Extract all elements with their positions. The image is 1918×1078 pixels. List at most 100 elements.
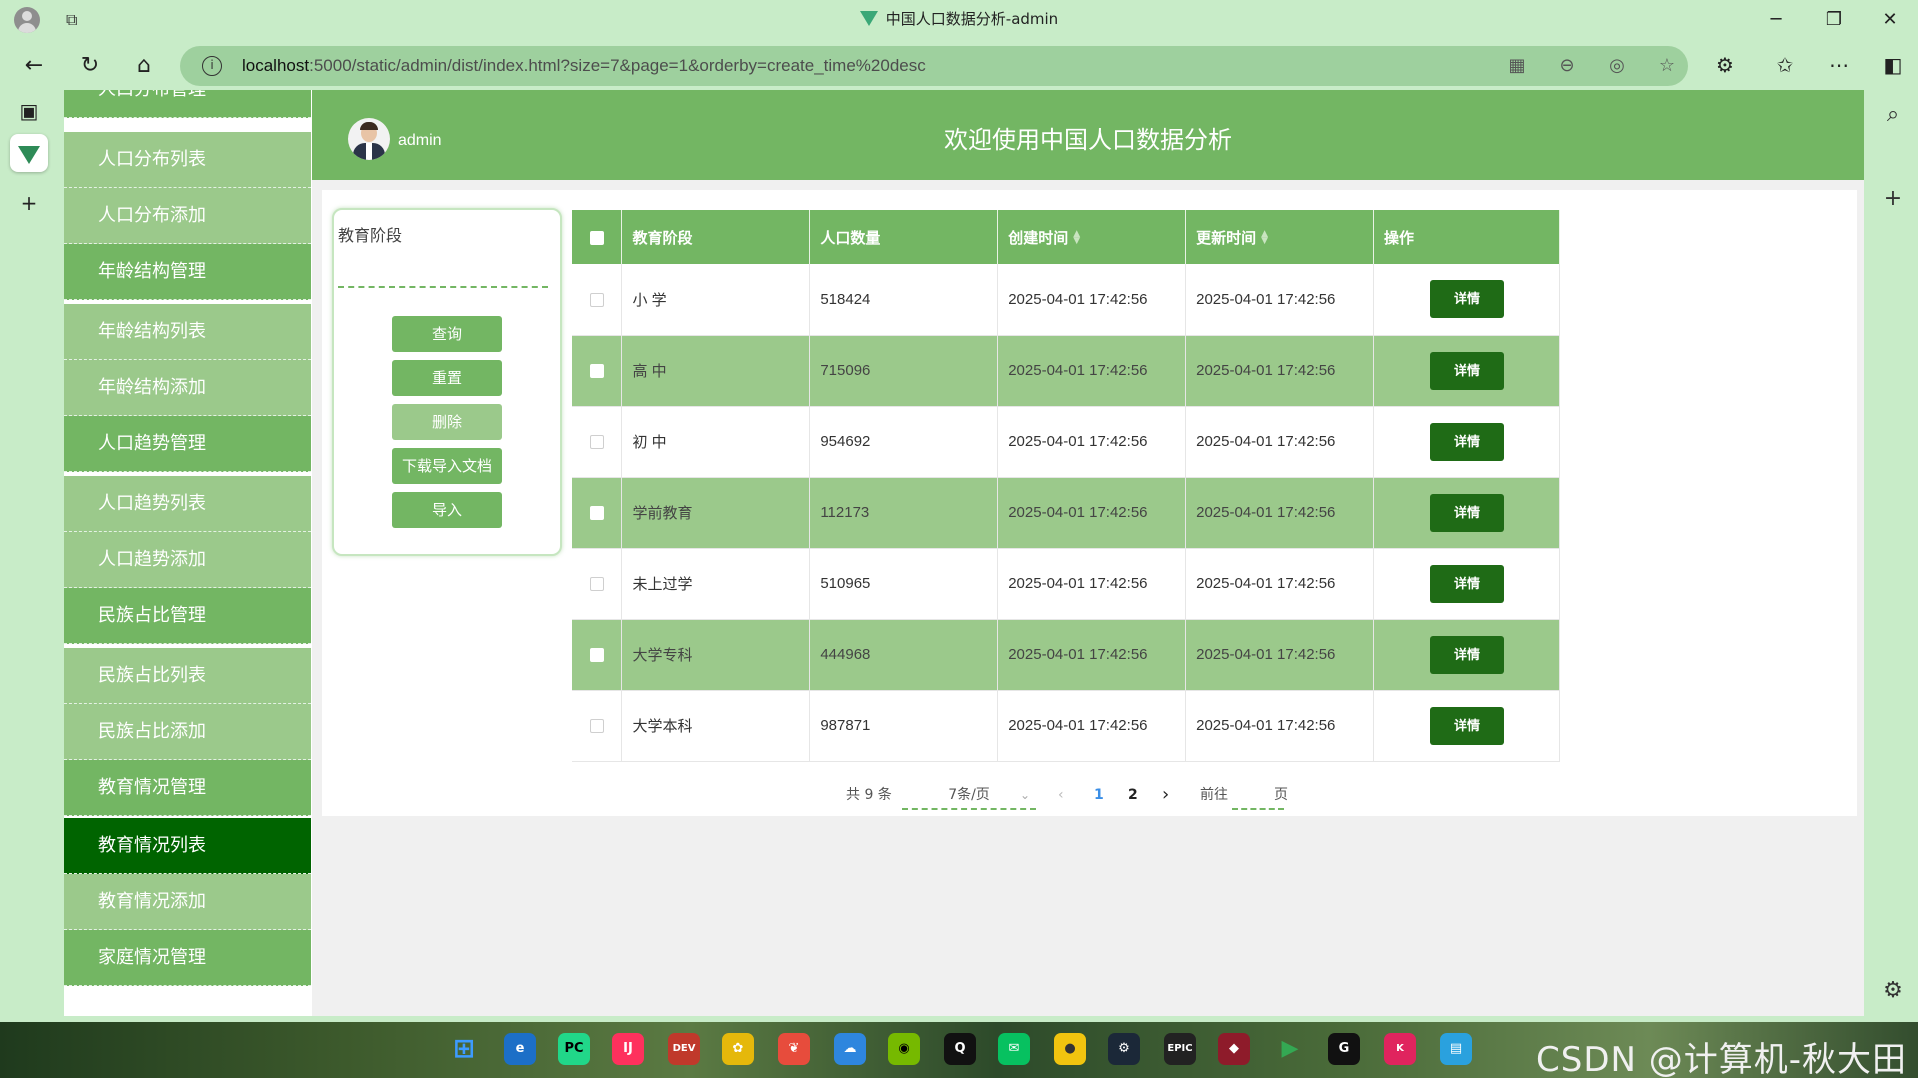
detail-button[interactable]: 详情 [1430, 280, 1504, 319]
zoom-out-icon[interactable]: ⊖ [1556, 55, 1578, 77]
baidu-netdisk-icon[interactable]: ☁ [834, 1033, 866, 1065]
menu-ethnic-ratio-manage[interactable]: 民族占比管理 [64, 588, 311, 644]
address-bar[interactable]: i localhost:5000/static/admin/dist/index… [180, 46, 1688, 86]
reset-button[interactable]: 重置 [392, 360, 502, 396]
kuaishou-icon[interactable]: K [1384, 1033, 1416, 1065]
next-page-icon[interactable]: › [1162, 780, 1169, 810]
menu-population-trend-add[interactable]: 人口趋势添加 [64, 532, 311, 588]
qq-icon[interactable]: Q [944, 1033, 976, 1065]
detail-button[interactable]: 详情 [1430, 635, 1504, 674]
cell-count: 510965 [809, 548, 999, 620]
column-header-updated[interactable]: 更新时间 ▲ ▼ [1185, 210, 1374, 264]
reading-view-icon[interactable]: ▦ [1506, 55, 1528, 77]
education-stage-input[interactable] [338, 256, 548, 288]
game-app-icon[interactable]: ◆ [1218, 1033, 1250, 1065]
red-app-icon[interactable]: ❦ [778, 1033, 810, 1065]
os-taskbar: ⊞ e PC IJ DEV ✿ ❦ ☁ ◉ Q ✉ ● ⚙ EPIC ◆ ▶ G… [0, 1022, 1918, 1078]
search-card: 教育阶段 查询 重置 删除 下载导入文档 导入 [332, 208, 562, 556]
favorites-icon[interactable]: ✩ [1770, 50, 1800, 80]
search-icon[interactable]: ⌕ [1878, 100, 1908, 130]
browser-right-sidebar: ⌕ + ⚙ [1868, 92, 1918, 1022]
home-icon[interactable]: ⌂ [128, 50, 160, 82]
more-options-icon[interactable]: ⋯ [1824, 50, 1854, 80]
favorite-star-icon[interactable]: ☆ [1656, 55, 1678, 77]
menu-age-structure-add[interactable]: 年龄结构添加 [64, 360, 311, 416]
windows-start-icon[interactable]: ⊞ [448, 1033, 480, 1065]
menu-ethnic-ratio-list[interactable]: 民族占比列表 [64, 648, 311, 704]
cell-updated: 2025-04-01 17:42:56 [1185, 406, 1374, 478]
query-button[interactable]: 查询 [392, 316, 502, 352]
steam-icon[interactable]: ⚙ [1108, 1033, 1140, 1065]
row-checkbox[interactable] [589, 292, 604, 307]
close-window-icon[interactable]: ✕ [1876, 6, 1904, 34]
detail-button[interactable]: 详情 [1430, 493, 1504, 532]
back-icon[interactable]: ← [18, 50, 50, 82]
menu-education-list[interactable]: 教育情况列表 [64, 818, 311, 874]
page-size-select[interactable]: 7条/页 ⌄ [902, 780, 1036, 810]
pycharm-icon[interactable]: PC [558, 1033, 590, 1065]
yellow-app-icon[interactable]: ● [1054, 1033, 1086, 1065]
refresh-icon[interactable]: ↻ [74, 50, 106, 82]
detail-button[interactable]: 详情 [1430, 422, 1504, 461]
row-checkbox[interactable] [589, 577, 604, 592]
cell-count: 444968 [809, 619, 999, 691]
google-play-icon[interactable]: ▶ [1274, 1033, 1306, 1065]
menu-education-manage[interactable]: 教育情况管理 [64, 760, 311, 816]
row-checkbox[interactable] [589, 719, 604, 734]
sidebar-toggle-icon[interactable]: ◧ [1878, 50, 1908, 80]
row-checkbox[interactable] [589, 435, 604, 450]
menu-ethnic-ratio-add[interactable]: 民族占比添加 [64, 704, 311, 760]
download-template-button[interactable]: 下载导入文档 [392, 448, 502, 484]
logitech-icon[interactable]: G [1328, 1033, 1360, 1065]
select-all-cell[interactable] [572, 210, 623, 264]
chevron-down-icon: ⌄ [1019, 788, 1030, 802]
menu-population-trend-manage[interactable]: 人口趋势管理 [64, 416, 311, 472]
extensions-icon[interactable]: ⚙ [1710, 50, 1740, 80]
menu-age-structure-list[interactable]: 年龄结构列表 [64, 304, 311, 360]
wechat-icon[interactable]: ✉ [998, 1033, 1030, 1065]
detail-button[interactable]: 详情 [1430, 351, 1504, 390]
minimize-icon[interactable]: ─ [1762, 6, 1790, 34]
column-header-created[interactable]: 创建时间 ▲ ▼ [997, 210, 1187, 264]
vertical-tab-strip: ▣ + [0, 92, 56, 1022]
add-sidebar-app-icon[interactable]: + [1878, 184, 1908, 214]
page-number[interactable]: 2 [1128, 780, 1138, 810]
menu-population-trend-list[interactable]: 人口趋势列表 [64, 476, 311, 532]
restore-icon[interactable]: ❐ [1820, 6, 1848, 34]
pagination: 共 9 条 7条/页 ⌄ ‹ 1 2 › 前往 页 [572, 780, 1560, 810]
detail-button[interactable]: 详情 [1430, 706, 1504, 745]
row-checkbox[interactable] [589, 364, 604, 379]
menu-education-add[interactable]: 教育情况添加 [64, 874, 311, 930]
epic-games-icon[interactable]: EPIC [1164, 1033, 1196, 1065]
sort-icon[interactable]: ▲ ▼ [1261, 230, 1268, 246]
site-info-icon[interactable]: i [202, 56, 222, 76]
menu-population-distribution-add[interactable]: 人口分布添加 [64, 188, 311, 244]
url-text[interactable]: localhost:5000/static/admin/dist/index.h… [242, 56, 926, 76]
devcpp-icon[interactable]: DEV [668, 1033, 700, 1065]
menu-population-distribution-list[interactable]: 人口分布列表 [64, 132, 311, 188]
menu-age-structure-manage[interactable]: 年龄结构管理 [64, 244, 311, 300]
tab-actions-icon[interactable]: ▣ [10, 92, 48, 130]
intellij-icon[interactable]: IJ [612, 1033, 644, 1065]
nvidia-icon[interactable]: ◉ [888, 1033, 920, 1065]
settings-gear-icon[interactable]: ⚙ [1878, 976, 1908, 1006]
active-tab-vue-icon[interactable] [10, 134, 48, 172]
import-button[interactable]: 导入 [392, 492, 502, 528]
delete-button[interactable]: 删除 [392, 404, 502, 440]
notepad-icon[interactable]: ▤ [1440, 1033, 1472, 1065]
select-all-checkbox[interactable] [589, 230, 604, 245]
new-tab-icon[interactable]: + [10, 184, 48, 222]
row-checkbox[interactable] [589, 648, 604, 663]
page-number-current[interactable]: 1 [1094, 780, 1104, 810]
row-checkbox[interactable] [589, 506, 604, 521]
menu-population-distribution-manage[interactable]: 人口分布管理 [64, 90, 311, 118]
browser-essentials-icon[interactable]: ◎ [1606, 55, 1628, 77]
edge-browser-icon[interactable]: e [504, 1033, 536, 1065]
paw-app-icon[interactable]: ✿ [722, 1033, 754, 1065]
sort-icon[interactable]: ▲ ▼ [1073, 230, 1080, 246]
window-title: 中国人口数据分析-admin [0, 8, 1918, 29]
table-row: 小 学 518424 2025-04-01 17:42:56 2025-04-0… [572, 264, 1560, 336]
menu-family-manage[interactable]: 家庭情况管理 [64, 930, 311, 986]
detail-button[interactable]: 详情 [1430, 564, 1504, 603]
prev-page-icon[interactable]: ‹ [1058, 780, 1064, 810]
